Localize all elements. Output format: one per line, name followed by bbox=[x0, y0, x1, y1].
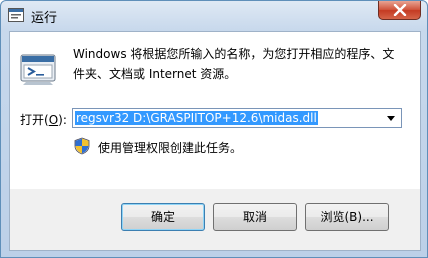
browse-button[interactable]: 浏览(B)... bbox=[305, 203, 389, 231]
close-icon bbox=[393, 4, 407, 16]
content-area: Windows 将根据您所输入的名称，为您打开相应的程序、文件夹、文档或 Int… bbox=[10, 32, 420, 189]
ok-button[interactable]: 确定 bbox=[121, 203, 205, 231]
dialog-body: Windows 将根据您所输入的名称，为您打开相应的程序、文件夹、文档或 Int… bbox=[9, 31, 421, 251]
run-dialog: 运行 Windows 将根据您所输入的名称，为您打开相应的程序、文件夹、文档或 … bbox=[0, 0, 428, 258]
open-label-suffix: ): bbox=[58, 113, 67, 127]
open-label-accelerator: O bbox=[48, 113, 59, 127]
run-program-icon bbox=[20, 54, 56, 89]
open-label-prefix: 打开( bbox=[20, 113, 49, 127]
button-bar: 确定 取消 浏览(B)... bbox=[10, 189, 420, 250]
close-button[interactable] bbox=[378, 1, 421, 20]
command-input[interactable]: regsvr32 D:\GRASPIITOP+12.6\midas.dll bbox=[75, 111, 318, 125]
title-bar[interactable]: 运行 bbox=[1, 1, 427, 31]
window-title: 运行 bbox=[31, 11, 58, 26]
command-combobox[interactable]: regsvr32 D:\GRASPIITOP+12.6\midas.dll bbox=[72, 108, 402, 128]
dialog-description: Windows 将根据您所输入的名称，为您打开相应的程序、文件夹、文档或 Int… bbox=[73, 47, 395, 81]
cancel-button[interactable]: 取消 bbox=[213, 203, 297, 231]
run-icon bbox=[8, 8, 24, 22]
chevron-down-icon[interactable] bbox=[387, 116, 395, 121]
open-label: 打开(O): bbox=[20, 111, 67, 128]
uac-shield-icon bbox=[74, 137, 90, 158]
admin-privilege-note: 使用管理权限创建此任务。 bbox=[98, 141, 243, 155]
